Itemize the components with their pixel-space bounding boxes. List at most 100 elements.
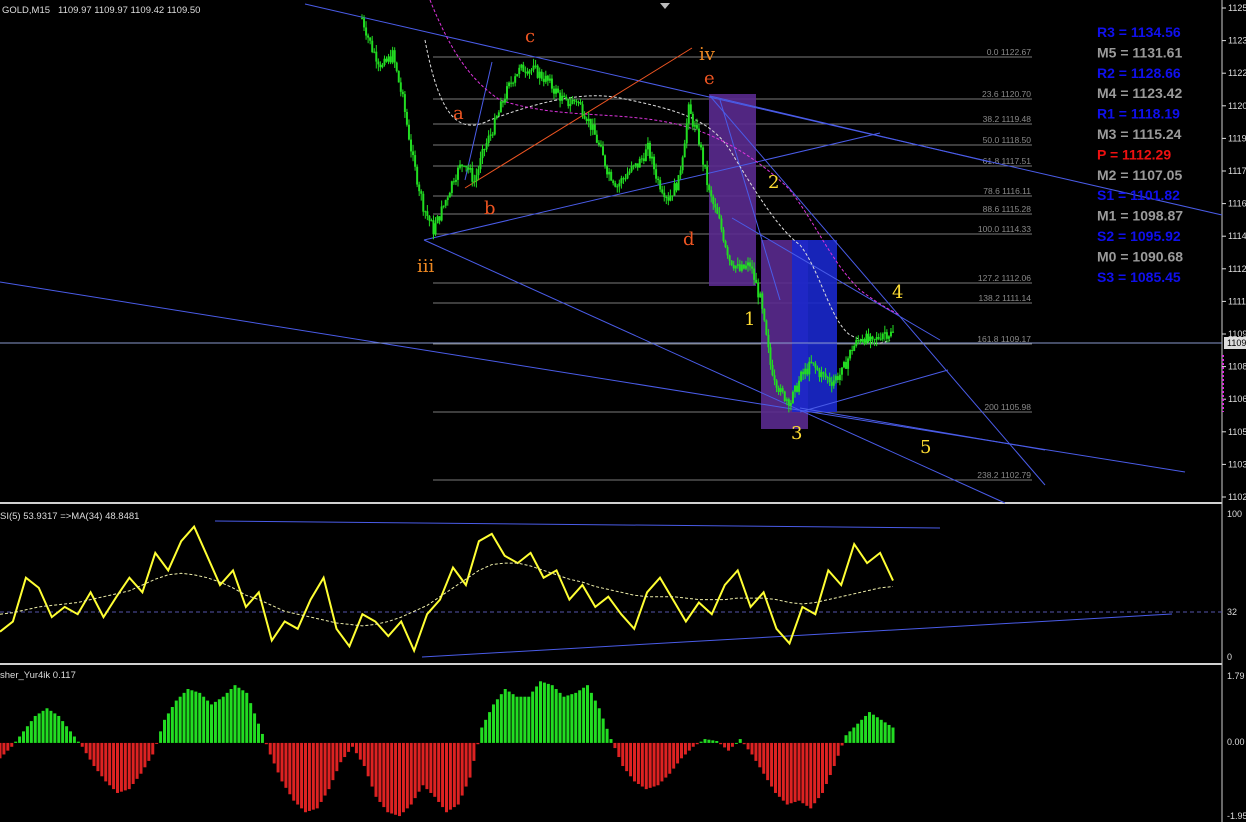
candle-body [503,98,506,103]
fisher-bar [531,691,535,743]
fisher-bar [210,704,213,743]
wave-label-e[interactable]: e [704,68,715,89]
rsi-trendline[interactable] [214,520,941,529]
fisher-bar [335,742,339,772]
fisher-bar [527,696,531,743]
candle-body [375,51,378,62]
fisher-bar [96,742,100,772]
pivot-level-label: M4 = 1123.42 [1097,85,1182,101]
rsi-panel: SI(5) 53.9317 =>MA(34) 48.8481 100 32 0 [0,509,1242,662]
fisher-bar [421,742,425,786]
candle-body [581,104,584,116]
fisher-bar [202,696,206,743]
candle-body [704,164,707,167]
wave-label-a[interactable]: a [453,103,464,124]
candle-body [544,75,547,82]
candle-body [883,332,886,334]
candle-body [585,118,588,122]
fisher-bar [61,721,65,743]
wave-label-iv[interactable]: iv [699,44,716,65]
fisher-bar [609,739,613,743]
candle-body [491,134,494,136]
price-tick-label: 1105 [1228,427,1246,437]
fisher-histogram[interactable] [0,681,895,817]
candle-body [653,156,656,170]
candle-body [830,382,833,386]
fisher-bar [738,739,742,743]
fisher-bar [57,715,61,743]
fisher-bar [296,742,300,805]
wave-label-iii[interactable]: iii [417,256,435,277]
candle-body [798,380,801,392]
fisher-bar [488,712,492,743]
rsi-ma-line[interactable] [0,562,894,627]
candle-body [691,113,694,127]
fisher-bar [507,691,511,743]
candle-body [796,385,799,392]
candle-body [442,205,445,207]
fisher-bar [589,692,593,743]
candle-body [806,368,809,375]
fib-level-label: 23.6 1120.70 [982,89,1031,99]
candle-body [393,50,396,63]
fisher-bar [37,713,41,743]
fisher-bar [492,704,495,743]
candle-body [706,166,709,186]
fisher-bar [515,696,519,743]
price-axis[interactable]: 1125 1123 1122 1120 1119 1117 1116 1114 1112 1111… [1222,3,1246,502]
fisher-bar [828,742,832,776]
price-tick-label: 1120 [1228,101,1246,111]
fisher-bar [617,742,621,758]
candle-body [436,216,439,224]
wave-label-c[interactable]: c [525,26,535,47]
candle-body [387,56,390,62]
candle-body [881,333,884,340]
price-tick-label: 1116 [1228,199,1246,209]
rsi-series[interactable] [0,524,894,654]
wave-label-3[interactable]: 3 [791,423,802,444]
fisher-bar [703,739,707,743]
fisher-bar [809,742,813,809]
candle-body [771,364,774,376]
candle-body [832,380,835,386]
wave-label-4[interactable]: 4 [892,282,903,303]
pivot-level-label: S3 = 1085.45 [1097,269,1181,285]
candle-body [407,124,410,140]
candle-body [714,204,717,208]
fisher-bar [237,687,241,743]
wave-label-5[interactable]: 5 [920,437,931,458]
fisher-bar [354,742,358,754]
candle-body [818,369,821,378]
candle-body [679,170,682,176]
fisher-bar [72,736,76,743]
wave-label-2[interactable]: 2 [768,172,779,193]
candle-body [651,156,654,159]
candle-body [757,282,760,298]
price-tick-label: 1102 [1228,492,1246,502]
wave-label-b[interactable]: b [484,198,496,219]
fisher-bar [636,742,640,784]
wave-label-1[interactable]: 1 [744,309,755,330]
fisher-bar [401,742,405,813]
candle-body [438,216,441,221]
candle-body [377,61,380,65]
candle-body [524,71,527,73]
candle-body [595,134,598,143]
fisher-tick: 1.79 [1227,671,1245,681]
wave-label-d[interactable]: d [683,229,695,250]
fisher-bar [499,694,503,743]
candle-body [789,402,792,406]
candle-body [685,123,688,144]
fisher-bar [824,742,828,784]
candle-body [632,165,635,167]
candle-body [450,181,453,193]
candle-body [642,158,645,162]
candle-body [875,337,878,340]
fisher-bar [45,708,49,743]
fisher-bar [495,699,499,743]
candle-body [552,88,555,94]
fisher-bar [460,742,464,796]
candle-body [475,175,478,182]
candle-body [365,27,368,36]
fisher-bar [687,742,691,751]
